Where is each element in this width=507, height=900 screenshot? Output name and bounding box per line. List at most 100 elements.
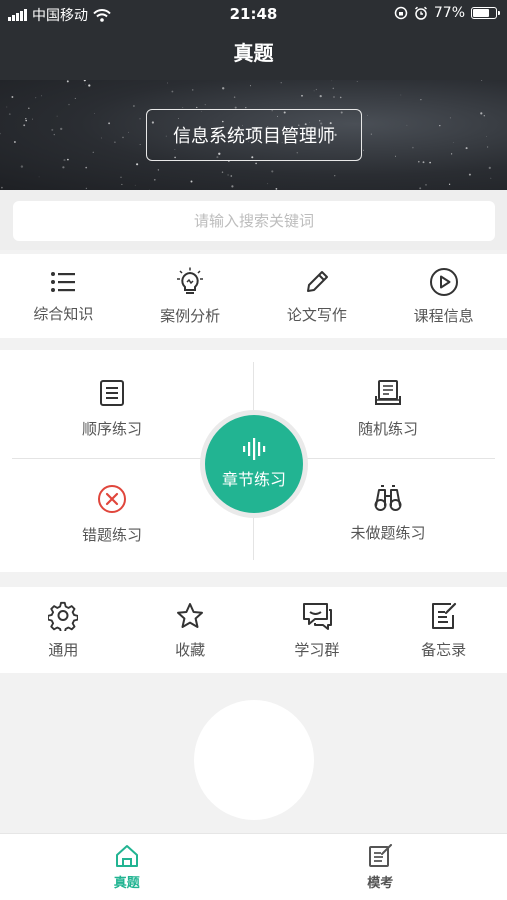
- star-dot: [139, 118, 141, 120]
- star-dot: [6, 106, 8, 108]
- star-dot: [468, 173, 471, 176]
- star-dot: [35, 97, 37, 99]
- star-dot: [301, 94, 303, 97]
- rotation-lock-icon: [394, 6, 408, 20]
- star-dot: [231, 185, 234, 188]
- tab-real-exam[interactable]: 真题: [0, 834, 254, 900]
- star-dot: [92, 151, 94, 153]
- star-dot: [134, 184, 136, 186]
- star-dot: [490, 177, 492, 179]
- tab-label: 模考: [367, 875, 394, 891]
- star-dot: [167, 82, 168, 84]
- star-dot: [422, 161, 425, 164]
- pencil-icon: [306, 270, 328, 292]
- star-dot: [255, 162, 257, 165]
- tool-general[interactable]: 通用: [0, 587, 127, 673]
- star-dot: [1, 186, 3, 189]
- tab-bar: 真题 模考: [0, 833, 507, 900]
- star-dot: [481, 80, 483, 81]
- category-case-analysis[interactable]: 案例分析: [127, 254, 254, 338]
- app-header: 中国移动 21:48 77% 真题: [0, 0, 507, 80]
- star-dot: [267, 183, 269, 185]
- star-dot: [100, 137, 103, 139]
- star-dot: [83, 80, 86, 82]
- star-dot: [108, 122, 111, 125]
- star-dot: [94, 113, 95, 114]
- sequential-practice-button[interactable]: 顺序练习: [12, 378, 212, 439]
- star-dot: [66, 80, 69, 83]
- category-label: 综合知识: [33, 304, 94, 323]
- floating-circle-button[interactable]: [194, 700, 314, 820]
- tool-study-group[interactable]: 学习群: [254, 587, 381, 673]
- category-comprehensive[interactable]: 综合知识: [0, 254, 127, 338]
- chapter-practice-button[interactable]: 章节练习: [200, 410, 308, 518]
- exam-title-button[interactable]: 信息系统项目管理师: [146, 109, 362, 161]
- star-dot: [334, 175, 336, 177]
- practice-panel: 顺序练习 随机练习 错题练习 未做题练习 章节练习: [0, 350, 507, 572]
- category-course-info[interactable]: 课程信息: [380, 254, 507, 338]
- wrong-practice-button[interactable]: 错题练习: [12, 484, 212, 545]
- star-dot: [56, 115, 58, 117]
- tool-label: 通用: [48, 640, 79, 659]
- tool-label: 学习群: [294, 640, 340, 659]
- star-dot: [38, 176, 40, 178]
- star-dot: [53, 133, 55, 136]
- practice-label: 顺序练习: [81, 420, 142, 438]
- star-dot: [425, 184, 427, 186]
- star-dot: [74, 97, 76, 99]
- star-dot: [120, 176, 122, 179]
- practice-label: 错题练习: [81, 526, 142, 544]
- star-dot: [196, 106, 198, 109]
- battery-percent: 77%: [433, 5, 465, 21]
- status-bar: 中国移动 21:48 77%: [0, 0, 507, 28]
- star-dot: [448, 183, 451, 185]
- star-dot: [271, 170, 274, 173]
- star-dot: [488, 166, 491, 170]
- star-dot: [122, 136, 124, 139]
- error-circle-icon: [98, 485, 126, 513]
- category-label: 论文写作: [286, 305, 347, 324]
- practice-label: 随机练习: [357, 420, 418, 438]
- star-dot: [450, 153, 453, 155]
- tab-mock-exam[interactable]: 模考: [254, 834, 507, 900]
- star-dot: [230, 175, 233, 177]
- star-dot: [85, 166, 88, 169]
- undone-practice-button[interactable]: 未做题练习: [288, 484, 488, 543]
- star-dot: [25, 119, 27, 122]
- star-dot: [68, 103, 70, 106]
- practice-label: 未做题练习: [350, 524, 426, 542]
- star-dot: [157, 169, 160, 171]
- star-dot: [0, 132, 1, 135]
- list-icon: [51, 271, 76, 292]
- star-dot: [63, 159, 66, 162]
- star-dot: [13, 141, 16, 143]
- star-dot: [227, 174, 229, 176]
- star-dot: [85, 83, 86, 85]
- star-icon: [177, 602, 204, 628]
- tool-favorites[interactable]: 收藏: [127, 587, 254, 673]
- book-stack-icon: [375, 380, 401, 405]
- star-dot: [419, 187, 422, 190]
- tool-label: 备忘录: [421, 640, 467, 659]
- star-dot: [418, 160, 420, 163]
- search-input[interactable]: [13, 201, 495, 241]
- category-essay-writing[interactable]: 论文写作: [254, 254, 381, 338]
- tool-memo[interactable]: 备忘录: [380, 587, 507, 673]
- memo-icon: [431, 602, 456, 629]
- exam-icon: [369, 843, 393, 867]
- star-dot: [420, 98, 422, 101]
- star-dot: [370, 133, 372, 135]
- star-dot: [406, 124, 408, 126]
- star-dot: [400, 94, 402, 96]
- star-dot: [249, 85, 252, 87]
- page-title: 真题: [233, 41, 274, 65]
- chat-icon: [302, 602, 332, 630]
- star-dot: [367, 114, 368, 116]
- random-practice-button[interactable]: 随机练习: [288, 378, 488, 439]
- star-dot: [204, 103, 206, 106]
- lightbulb-icon: [177, 267, 204, 294]
- star-dot: [114, 141, 116, 144]
- home-icon: [115, 844, 138, 867]
- star-dot: [332, 87, 335, 90]
- star-dot: [191, 89, 194, 91]
